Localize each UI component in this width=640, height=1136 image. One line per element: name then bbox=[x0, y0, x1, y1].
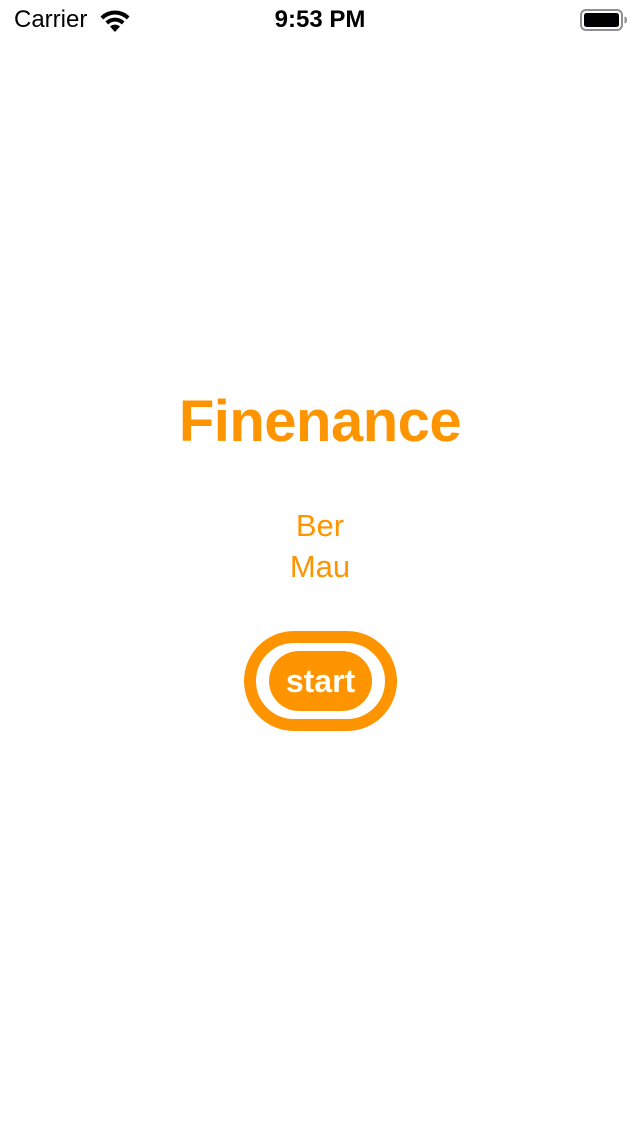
author-name: Ber bbox=[295, 508, 345, 543]
battery-icon bbox=[580, 9, 627, 31]
app-title: Finenance bbox=[178, 389, 462, 454]
status-bar: Carrier 9:53 PM bbox=[0, 0, 640, 40]
start-button[interactable]: start bbox=[244, 631, 397, 731]
author-name: Mau bbox=[289, 549, 351, 584]
start-button-label[interactable]: start bbox=[269, 651, 372, 711]
clock: 9:53 PM bbox=[274, 6, 366, 33]
